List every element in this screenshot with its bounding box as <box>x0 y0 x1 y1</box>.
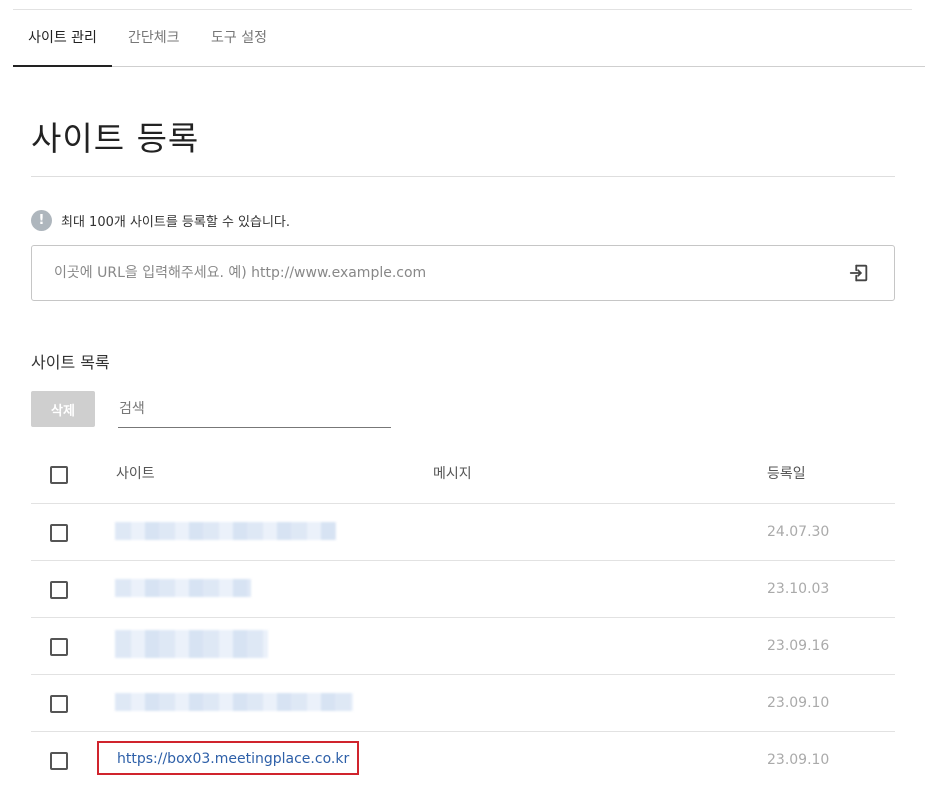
row-date: 23.09.16 <box>767 638 830 654</box>
blurred-site-url[interactable] <box>115 522 336 540</box>
site-table: 사이트 메시지 등록일 24.07.30 23.10.03 23.09.16 2… <box>31 446 895 789</box>
row-date: 23.10.03 <box>767 581 830 597</box>
column-header-date: 등록일 <box>767 466 806 482</box>
site-list-title: 사이트 목록 <box>31 353 110 372</box>
enter-icon[interactable] <box>848 262 870 284</box>
table-row: 23.09.10 <box>31 675 895 732</box>
row-date: 23.09.10 <box>767 695 830 711</box>
blurred-site-url[interactable] <box>115 579 251 597</box>
row-checkbox[interactable] <box>50 524 68 542</box>
table-row: 23.10.03 <box>31 561 895 618</box>
url-input[interactable] <box>54 246 834 300</box>
notice-text: 최대 100개 사이트를 등록할 수 있습니다. <box>61 214 291 230</box>
delete-button[interactable]: 삭제 <box>31 391 95 427</box>
tab-site-management[interactable]: 사이트 관리 <box>13 10 112 67</box>
search-input[interactable] <box>118 391 391 428</box>
tab-bar: 사이트 관리 간단체크 도구 설정 <box>13 10 925 67</box>
tab-quick-check[interactable]: 간단체크 <box>128 10 180 66</box>
row-checkbox[interactable] <box>50 581 68 599</box>
tab-tool-settings[interactable]: 도구 설정 <box>211 10 267 66</box>
column-header-site: 사이트 <box>116 466 155 482</box>
title-divider <box>31 176 895 177</box>
table-header: 사이트 메시지 등록일 <box>31 446 895 504</box>
blurred-site-url[interactable] <box>115 630 268 658</box>
table-row: 24.07.30 <box>31 504 895 561</box>
table-row: 23.09.16 <box>31 618 895 675</box>
row-checkbox[interactable] <box>50 638 68 656</box>
row-date: 24.07.30 <box>767 524 830 540</box>
notice: ! 최대 100개 사이트를 등록할 수 있습니다. <box>31 209 290 231</box>
row-date: 23.09.10 <box>767 752 830 768</box>
select-all-checkbox[interactable] <box>50 466 68 484</box>
site-link[interactable]: https://box03.meetingplace.co.kr <box>97 741 360 775</box>
column-header-message: 메시지 <box>433 466 472 482</box>
blurred-site-url[interactable] <box>115 693 353 711</box>
page-title: 사이트 등록 <box>31 119 200 158</box>
row-checkbox[interactable] <box>50 752 68 770</box>
row-checkbox[interactable] <box>50 695 68 713</box>
info-icon: ! <box>31 209 52 231</box>
url-input-box <box>31 245 895 301</box>
table-row: https://box03.meetingplace.co.kr 23.09.1… <box>31 732 895 789</box>
